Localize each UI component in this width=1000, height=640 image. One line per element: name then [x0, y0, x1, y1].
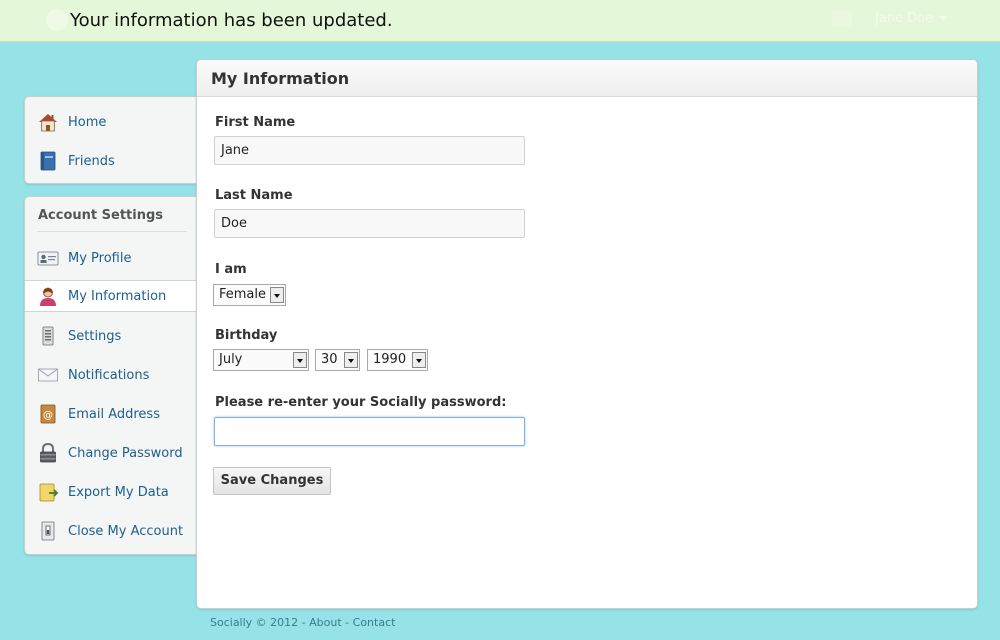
footer: Socially © 2012 - About - Contact [210, 616, 395, 629]
footer-separator: - [341, 616, 353, 629]
sidebar-item-label: Change Password [68, 445, 183, 461]
sidebar-item-notifications[interactable]: Notifications [25, 359, 198, 391]
sidebar-item-label: My Information [68, 288, 167, 304]
sidebar-nav: Home Friends [24, 96, 197, 184]
sidebar-item-label: Settings [68, 328, 122, 344]
gender-value: Female [219, 287, 267, 302]
sidebar-item-label: Export My Data [68, 484, 169, 500]
sidebar-item-home[interactable]: Home [25, 106, 198, 138]
user-name: Jane Doe [875, 11, 934, 26]
password-label: Please re-enter your Socially password: [215, 395, 507, 410]
last-name-label: Last Name [215, 188, 293, 203]
gender-label: I am [215, 262, 247, 277]
envelope-icon [37, 364, 59, 386]
settings-device-icon [37, 325, 59, 347]
panel-header: My Information [197, 60, 977, 97]
switch-icon [37, 520, 59, 542]
sidebar-item-export-my-data[interactable]: Export My Data [25, 476, 198, 508]
birth-month-select[interactable]: July [213, 349, 309, 371]
user-menu[interactable]: Jane Doe [875, 11, 948, 26]
save-changes-button[interactable]: Save Changes [213, 467, 331, 495]
sidebar-item-settings[interactable]: Settings [25, 320, 198, 352]
padlock-icon [37, 442, 59, 464]
caret-down-icon [939, 16, 948, 21]
gender-select[interactable]: Female [213, 284, 286, 306]
sidebar-item-close-my-account[interactable]: Close My Account [25, 515, 198, 547]
sidebar-item-friends[interactable]: Friends [25, 145, 198, 177]
first-name-field[interactable]: Jane [214, 136, 525, 165]
user-avatar-icon[interactable] [832, 11, 852, 27]
dropdown-arrow-icon [344, 352, 358, 368]
export-icon [37, 481, 59, 503]
divider [37, 231, 187, 232]
last-name-field[interactable]: Doe [214, 209, 525, 238]
birth-year-value: 1990 [373, 352, 407, 367]
address-book-icon [37, 150, 59, 172]
footer-separator: - [298, 616, 310, 629]
password-field[interactable] [214, 417, 525, 446]
birth-day-select[interactable]: 30 [315, 349, 360, 371]
dropdown-arrow-icon [270, 287, 284, 303]
sidebar-item-label: My Profile [68, 250, 132, 266]
sidebar-item-change-password[interactable]: Change Password [25, 437, 198, 469]
id-card-icon [37, 247, 59, 269]
my-information-panel: My Information First Name Jane Last Name… [196, 59, 978, 609]
sidebar-item-label: Home [68, 114, 107, 130]
user-icon [37, 285, 59, 307]
birth-month-value: July [219, 352, 243, 367]
footer-about-link[interactable]: About [309, 616, 342, 629]
page-title: My Information [211, 69, 350, 88]
svg-text:@: @ [43, 410, 53, 421]
email-book-icon: @ [37, 403, 59, 425]
sidebar-item-label: Notifications [68, 367, 150, 383]
account-settings-heading: Account Settings [38, 208, 164, 223]
sidebar-item-label: Friends [68, 153, 115, 169]
top-nav-bar: Your information has been updated. Jane … [0, 0, 1000, 42]
sidebar-item-my-information[interactable]: My Information [25, 280, 199, 312]
first-name-label: First Name [215, 115, 296, 130]
sidebar-item-email-address[interactable]: @ Email Address [25, 398, 198, 430]
sidebar-item-label: Close My Account [68, 523, 184, 539]
birth-day-value: 30 [321, 352, 338, 367]
sidebar-account-settings: Account Settings My Profile My Informati… [24, 196, 199, 555]
birth-year-select[interactable]: 1990 [367, 349, 428, 371]
footer-copyright: Socially © 2012 [210, 616, 299, 629]
sidebar-item-label: Email Address [68, 406, 160, 422]
dropdown-arrow-icon [412, 352, 426, 368]
update-notice: Your information has been updated. [70, 10, 393, 31]
dropdown-arrow-icon [293, 352, 307, 368]
house-icon [37, 111, 59, 133]
footer-contact-link[interactable]: Contact [353, 616, 396, 629]
birthday-label: Birthday [215, 328, 278, 343]
sidebar-item-my-profile[interactable]: My Profile [25, 242, 198, 274]
